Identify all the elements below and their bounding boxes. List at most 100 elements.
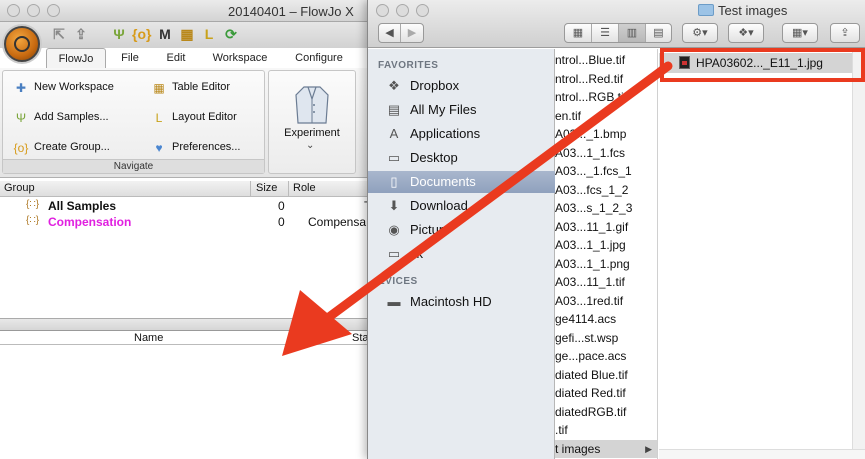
group-name: All Samples (48, 199, 117, 213)
horizontal-scrollbar[interactable] (659, 449, 865, 459)
file-item[interactable]: A03...1_1.png (555, 255, 657, 273)
split-divider[interactable] (0, 318, 380, 330)
file-item[interactable]: A03...s_1_2_3 (555, 199, 657, 217)
list-view-icon[interactable]: ☰ (592, 24, 619, 42)
file-item[interactable]: A03..._1.bmp (555, 125, 657, 143)
file-item-label: ntrol...RGB.tif (555, 90, 628, 104)
sidebar-item-folder[interactable]: ▭ ck (368, 243, 555, 265)
minimize-window-button[interactable] (27, 4, 40, 17)
sample-drop-area[interactable] (0, 346, 380, 459)
size-column-header[interactable]: Size (256, 182, 277, 194)
share-icon[interactable]: ⇪ (72, 25, 90, 43)
chevron-down-icon[interactable]: ⌄ (306, 140, 314, 151)
layout-figure-icon[interactable]: M (156, 25, 174, 43)
add-samples-icon[interactable]: Ψ (110, 25, 128, 43)
group-icon: {∷} (26, 199, 40, 210)
file-item-label: ge...pace.acs (555, 349, 627, 363)
column-view-icon[interactable]: ▥ (619, 24, 646, 42)
zoom-window-button[interactable] (47, 4, 60, 17)
file-item-label: A03...1_1.jpg (555, 238, 626, 252)
preferences-label: Preferences... (172, 141, 241, 153)
file-item[interactable]: gefi...st.wsp (555, 329, 657, 347)
close-window-button[interactable] (7, 4, 20, 17)
file-item[interactable]: .tif (555, 421, 657, 439)
file-item-label: en.tif (555, 108, 582, 123)
all-my-files-icon: ▤ (387, 102, 401, 117)
table-editor-icon[interactable]: ▦ (178, 25, 196, 43)
file-item[interactable]: en.tif (555, 107, 657, 125)
file-item[interactable]: A03..._1.fcs_1 (555, 162, 657, 180)
close-window-button[interactable] (376, 4, 389, 17)
view-mode-control: ▦ ☰ ▥ ▤ (564, 23, 672, 43)
layout-editor-icon[interactable]: L (200, 25, 218, 43)
file-item[interactable]: A03...fcs_1_2 (555, 181, 657, 199)
name-column-header[interactable]: Name (134, 332, 163, 344)
file-item[interactable]: ge4114.acs (555, 310, 657, 328)
file-item[interactable]: ntrol...Red.tif (555, 70, 657, 88)
tab-workspace[interactable]: Workspace (204, 48, 276, 68)
cover-flow-icon[interactable]: ▤ (646, 24, 671, 42)
file-item[interactable]: A03...1red.tif (555, 292, 657, 310)
sidebar-item-dropbox[interactable]: ❖ Dropbox (368, 75, 555, 97)
file-item-label: A03...1_1.png (555, 256, 630, 271)
file-item[interactable]: diated Blue.tif (555, 366, 657, 384)
add-samples-icon: Ψ (15, 111, 27, 125)
table-editor-button[interactable]: ▦ Table Editor (151, 77, 230, 97)
forward-arrow-icon[interactable]: ▶ (401, 24, 423, 42)
table-editor-icon: ▦ (153, 81, 165, 95)
zoom-window-button[interactable] (416, 4, 429, 17)
open-icon[interactable]: ⇱ (50, 25, 68, 43)
experiment-button[interactable]: Experiment (281, 127, 343, 139)
file-item[interactable]: ntrol...Blue.tif (555, 51, 657, 69)
arrange-menu-button[interactable]: ▦▾ (782, 23, 818, 43)
minimize-window-button[interactable] (396, 4, 409, 17)
share-button[interactable]: ⇪ (830, 23, 860, 43)
file-item[interactable]: diated Red.tif (555, 384, 657, 402)
navigate-panel: ✚ New Workspace Ψ Add Samples... {o} Create… (2, 70, 265, 174)
group-name: Compensation (48, 215, 132, 229)
icon-view-icon[interactable]: ▦ (565, 24, 592, 42)
layout-editor-button[interactable]: L Layout Editor (151, 107, 237, 127)
role-column-header[interactable]: Role (293, 182, 316, 194)
group-column-header[interactable]: Group (4, 182, 35, 194)
file-item[interactable]: ge...pace.acs (555, 347, 657, 365)
tab-edit[interactable]: Edit (156, 48, 196, 68)
refresh-icon[interactable]: ⟳ (222, 25, 240, 43)
tab-configure[interactable]: Configure (286, 48, 352, 68)
group-row-all-samples[interactable]: {∷} All Samples 0 T (0, 198, 380, 214)
folder-icon: ▭ (387, 246, 401, 261)
group-size: 0 (278, 215, 285, 229)
preferences-button[interactable]: ♥ Preferences... (151, 137, 240, 157)
finder-title: Test images (698, 3, 787, 18)
sidebar-item-downloads[interactable]: ⬇ Download (368, 195, 555, 217)
tab-file[interactable]: File (110, 48, 150, 68)
add-samples-button[interactable]: Ψ Add Samples... (13, 107, 109, 127)
create-group-icon[interactable]: {o} (132, 25, 151, 43)
back-arrow-icon[interactable]: ◀ (379, 24, 401, 42)
lab-coat-icon[interactable] (294, 85, 330, 125)
file-item[interactable]: A03...1_1.jpg (555, 236, 657, 254)
hard-drive-icon: ▬ (387, 294, 401, 309)
create-group-label: Create Group... (34, 141, 110, 153)
group-row-compensation[interactable]: {∷} Compensation 0 Compensa (0, 214, 380, 230)
file-item[interactable]: A03...11_1.gif (555, 218, 657, 236)
sidebar-item-desktop[interactable]: ▭ Desktop (368, 147, 555, 169)
flowjo-logo-button[interactable] (4, 26, 40, 62)
file-item[interactable]: A03...1_1.fcs (555, 144, 657, 162)
create-group-button[interactable]: {o} Create Group... (13, 137, 110, 157)
file-item[interactable]: diatedRGB.tif (555, 403, 657, 421)
sidebar-item-documents[interactable]: ▯ Documents (368, 171, 555, 193)
sidebar-item-all-my-files[interactable]: ▤ All My Files (368, 99, 555, 121)
new-workspace-button[interactable]: ✚ New Workspace (13, 77, 114, 97)
dropbox-menu-button[interactable]: ❖▾ (728, 23, 764, 43)
file-item[interactable]: t images ▶ (555, 439, 657, 458)
sidebar-item-pictures[interactable]: ◉ Pictur (368, 219, 555, 241)
file-item[interactable]: ntrol...RGB.tif (555, 88, 657, 106)
sidebar-item-applications[interactable]: A Applications (368, 123, 555, 145)
vertical-scrollbar[interactable] (852, 49, 865, 459)
tab-flowjo[interactable]: FlowJo (46, 48, 106, 68)
sidebar-item-macintosh-hd[interactable]: ▬ Macintosh HD (368, 291, 555, 313)
file-item[interactable]: A03...11_1.tif (555, 273, 657, 291)
action-menu-button[interactable]: ⚙▾ (682, 23, 718, 43)
group-size: 0 (278, 199, 285, 213)
